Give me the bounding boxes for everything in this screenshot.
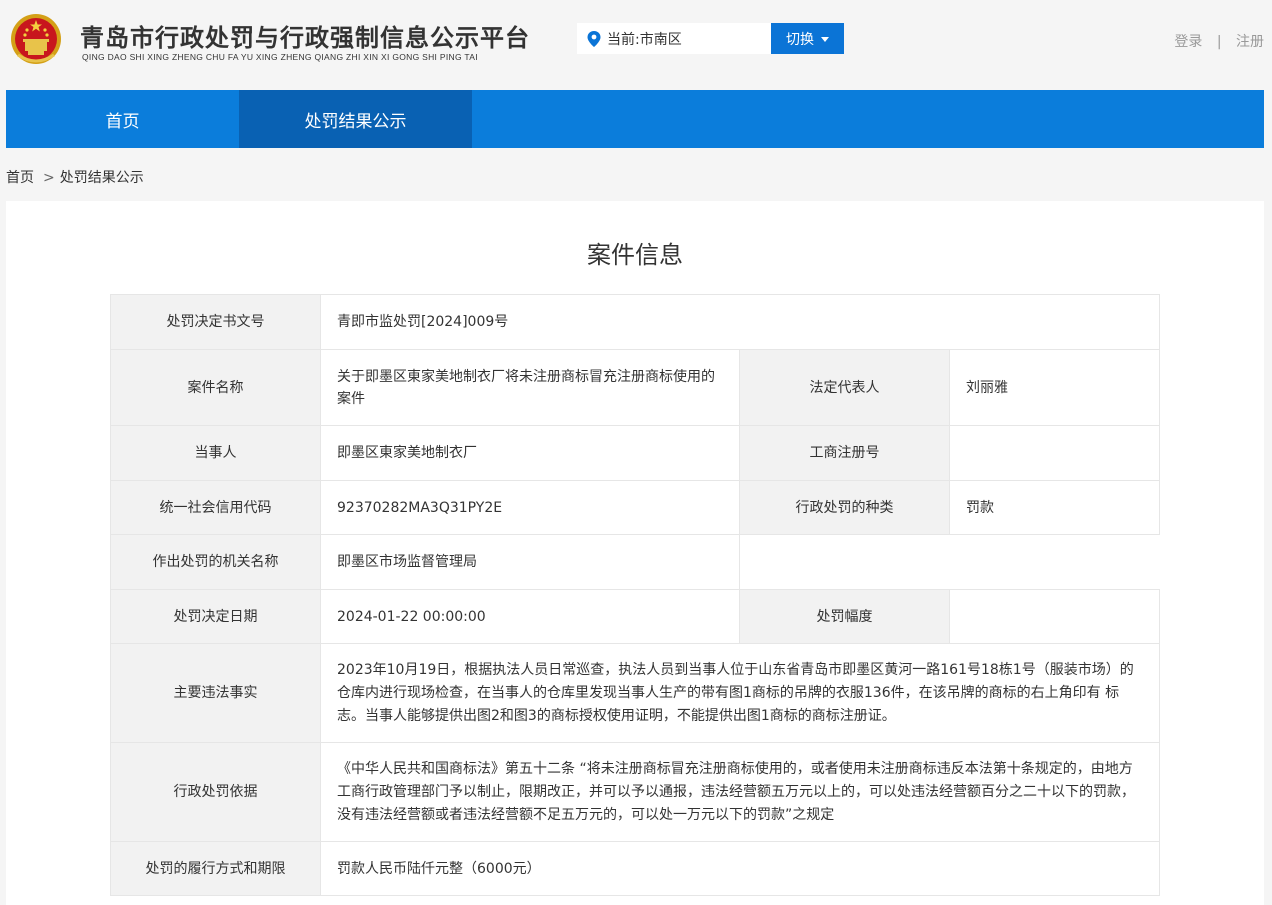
site-header: 青岛市行政处罚与行政强制信息公示平台 QING DAO SHI XING ZHE… [0, 0, 1272, 90]
main-nav: 首页 处罚结果公示 [6, 90, 1264, 148]
caret-down-icon [821, 37, 829, 42]
doc-no-value: 青即市监处罚[2024]009号 [320, 294, 1160, 350]
national-emblem-icon [11, 14, 61, 64]
facts-label: 主要违法事实 [110, 643, 321, 743]
nav-item-home[interactable]: 首页 [6, 90, 239, 148]
credit-code-label: 统一社会信用代码 [110, 480, 321, 535]
penalty-type-value: 罚款 [949, 480, 1160, 535]
breadcrumb-home[interactable]: 首页 [6, 170, 34, 186]
table-row: 当事人 即墨区東家美地制衣厂 工商注册号 [110, 425, 1160, 481]
register-link[interactable]: 注册 [1236, 34, 1264, 50]
site-title: 青岛市行政处罚与行政强制信息公示平台 [80, 24, 530, 52]
basis-label: 行政处罚依据 [110, 742, 321, 842]
legal-rep-value: 刘丽雅 [949, 349, 1160, 426]
reg-no-value [949, 425, 1160, 481]
nav-item-penalty-results[interactable]: 处罚结果公示 [239, 90, 472, 148]
location-pin-icon [587, 30, 601, 47]
table-row: 主要违法事实 2023年10月19日，根据执法人员日常巡查，执法人员到当事人位于… [110, 643, 1160, 743]
credit-code-value: 92370282MA3Q31PY2E [320, 480, 740, 535]
execution-value: 罚款人民币陆仟元整（6000元） [320, 841, 1160, 896]
case-name-value: 关于即墨区東家美地制衣厂将未注册商标冒充注册商标使用的案件 [320, 349, 740, 426]
decision-date-value: 2024-01-22 00:00:00 [320, 589, 740, 644]
table-row: 处罚的履行方式和期限 罚款人民币陆仟元整（6000元） [110, 841, 1160, 896]
login-link[interactable]: 登录 [1174, 34, 1202, 50]
penalty-range-value [949, 589, 1160, 644]
legal-rep-label: 法定代表人 [739, 349, 950, 426]
execution-label: 处罚的履行方式和期限 [110, 841, 321, 896]
penalty-type-label: 行政处罚的种类 [739, 480, 950, 535]
penalty-range-label: 处罚幅度 [739, 589, 950, 644]
table-row: 作出处罚的机关名称 即墨区市场监督管理局 [110, 534, 1160, 590]
empty-cell [739, 534, 1160, 590]
breadcrumb-separator: > [43, 170, 55, 186]
doc-no-label: 处罚决定书文号 [110, 294, 321, 350]
case-name-label: 案件名称 [110, 349, 321, 426]
table-row: 处罚决定书文号 青即市监处罚[2024]009号 [110, 294, 1160, 350]
page-title: 案件信息 [587, 241, 683, 269]
table-row: 处罚决定日期 2024-01-22 00:00:00 处罚幅度 [110, 589, 1160, 644]
table-row: 行政处罚依据 《中华人民共和国商标法》第五十二条 “将未注册商标冒充注册商标使用… [110, 742, 1160, 842]
switch-label: 切换 [786, 31, 814, 48]
table-row: 统一社会信用代码 92370282MA3Q31PY2E 行政处罚的种类 罚款 [110, 480, 1160, 535]
party-label: 当事人 [110, 425, 321, 481]
decision-date-label: 处罚决定日期 [110, 589, 321, 644]
case-info-card: 案件信息 处罚决定书文号 青即市监处罚[2024]009号 案件名称 关于即墨区… [6, 201, 1264, 905]
facts-value: 2023年10月19日，根据执法人员日常巡查，执法人员到当事人位于山东省青岛市即… [320, 643, 1160, 743]
location-text: 当前:市南区 [607, 31, 682, 48]
site-subtitle: QING DAO SHI XING ZHENG CHU FA YU XING Z… [82, 52, 478, 62]
auth-separator: | [1216, 34, 1222, 50]
authority-value: 即墨区市场监督管理局 [320, 534, 740, 590]
party-value: 即墨区東家美地制衣厂 [320, 425, 740, 481]
switch-region-button[interactable]: 切换 [771, 23, 844, 54]
basis-value: 《中华人民共和国商标法》第五十二条 “将未注册商标冒充注册商标使用的，或者使用未… [320, 742, 1160, 842]
breadcrumb-current[interactable]: 处罚结果公示 [60, 170, 144, 186]
table-row: 案件名称 关于即墨区東家美地制衣厂将未注册商标冒充注册商标使用的案件 法定代表人… [110, 349, 1160, 426]
case-info-table: 处罚决定书文号 青即市监处罚[2024]009号 案件名称 关于即墨区東家美地制… [110, 294, 1160, 896]
reg-no-label: 工商注册号 [739, 425, 950, 481]
authority-label: 作出处罚的机关名称 [110, 534, 321, 590]
breadcrumb: 首页 > 处罚结果公示 [6, 167, 144, 187]
current-location: 当前:市南区 [577, 23, 771, 54]
auth-links: 登录 | 注册 [1174, 31, 1264, 51]
